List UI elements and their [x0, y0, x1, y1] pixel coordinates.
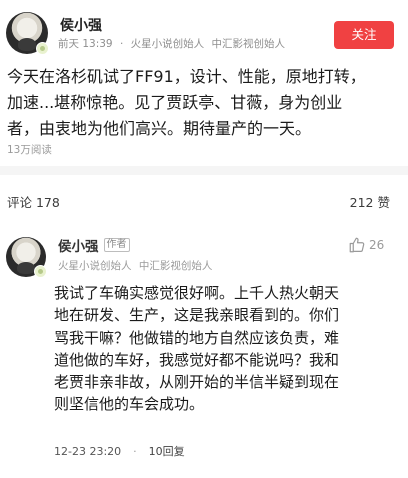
comment-author-title-1: 火星小说创始人: [58, 260, 132, 272]
comment-text-line: 我试了车确实感觉很好啊。上千人热火朝天: [54, 284, 340, 302]
thumbs-up-icon: [349, 237, 365, 253]
post-meta: 前天 13:39 · 火星小说创始人 中汇影视创始人: [58, 36, 285, 51]
author-title-1: 火星小说创始人: [130, 38, 205, 50]
comment-text-line: 道他做的车好，我感觉好都不能说吗？我和: [54, 350, 340, 369]
post-text: 今天在洛杉矶试了FF91，设计、性能，原地打转， 加速...堪称惊艳。见了贾跃亭…: [7, 64, 403, 142]
comment-text-line: 则坚信他的车会成功。: [54, 395, 205, 414]
comment-footer: 12-23 23:20 · 10回复: [54, 443, 185, 459]
author-tag: 作者: [103, 238, 130, 252]
verified-badge-icon: [34, 265, 47, 278]
weibo-post-screen: 侯小强 前天 13:39 · 火星小说创始人 中汇影视创始人 关注 今天在洛杉矶…: [0, 0, 408, 478]
read-count: 13万阅读: [7, 144, 52, 156]
post-author-name[interactable]: 侯小强: [60, 15, 102, 35]
comment-text: 我试了车确实感觉很好啊。上千人热火朝天 地在研发、生产，这是我亲眼看到的。你们 …: [54, 282, 404, 416]
post-time: 前天 13:39: [58, 38, 113, 50]
comment-like-button[interactable]: 26: [348, 236, 384, 254]
comment-time: 12-23 23:20: [54, 444, 122, 458]
verified-badge-icon: [36, 42, 49, 55]
section-divider: [0, 166, 408, 175]
comments-tab[interactable]: 评论 178: [7, 192, 60, 211]
post-text-line: 今天在洛杉矶试了FF91，设计、性能，原地打转，: [7, 67, 366, 86]
author-title-2: 中汇影视创始人: [211, 38, 285, 50]
post-text-line: 加速...堪称惊艳。见了贾跃亭、甘薇，身为创业: [7, 93, 343, 112]
comment-text-line: 骂我干嘛？他做错的地方自然应该负责，难: [54, 328, 340, 347]
comment-author-row: 侯小强 作者: [58, 235, 130, 255]
footer-separator: ·: [133, 444, 137, 458]
comment-like-count: 26: [369, 238, 385, 252]
comment-author-meta: 火星小说创始人 中汇影视创始人: [58, 258, 212, 273]
follow-button[interactable]: 关注: [334, 21, 394, 49]
post-text-line: 者，由衷地为他们高兴。期待量产的一天。: [7, 119, 312, 138]
comment-text-line: 老贾非亲非故，从刚开始的半信半疑到现在: [54, 373, 340, 392]
comment-author-title-2: 中汇影视创始人: [138, 260, 213, 272]
comment-author-name[interactable]: 侯小强: [58, 235, 99, 255]
likes-tab[interactable]: 212 赞: [350, 192, 390, 211]
comment-text-line: 地在研发、生产，这是我亲眼看到的。你们: [54, 306, 340, 325]
reply-count-button[interactable]: 10回复: [149, 443, 185, 459]
meta-separator: ·: [119, 38, 124, 50]
